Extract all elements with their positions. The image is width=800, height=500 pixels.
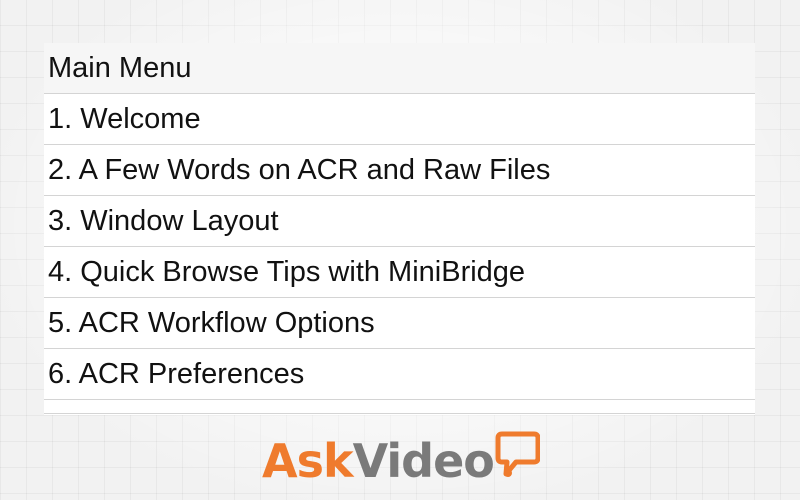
logo-text: AskVideo xyxy=(262,438,495,492)
menu-item-label: 2. A Few Words on ACR and Raw Files xyxy=(48,153,551,186)
menu-title: Main Menu xyxy=(44,43,755,94)
askvideo-logo: AskVideo xyxy=(262,420,540,492)
logo-video: Video xyxy=(352,434,495,488)
menu-item-welcome[interactable]: 1. Welcome xyxy=(44,94,755,145)
menu-item-window-layout[interactable]: 3. Window Layout xyxy=(44,196,755,247)
logo-ask: Ask xyxy=(262,434,354,488)
speech-bubble-icon xyxy=(495,431,540,477)
menu-item-minibridge[interactable]: 4. Quick Browse Tips with MiniBridge xyxy=(44,247,755,298)
menu-title-label: Main Menu xyxy=(48,51,192,84)
menu-item-preferences[interactable]: 6. ACR Preferences xyxy=(44,349,755,400)
menu-item-acr-raw-files[interactable]: 2. A Few Words on ACR and Raw Files xyxy=(44,145,755,196)
menu-item-label: 3. Window Layout xyxy=(48,204,279,237)
menu-item-label: 4. Quick Browse Tips with MiniBridge xyxy=(48,255,526,288)
menu-item-workflow-options[interactable]: 5. ACR Workflow Options xyxy=(44,298,755,349)
menu-item-label: 6. ACR Preferences xyxy=(48,357,305,390)
menu-item-label: 5. ACR Workflow Options xyxy=(48,306,375,339)
menu-item-partial[interactable] xyxy=(44,400,755,414)
menu-item-label: 1. Welcome xyxy=(48,102,201,135)
main-menu-list: Main Menu 1. Welcome 2. A Few Words on A… xyxy=(44,43,755,415)
